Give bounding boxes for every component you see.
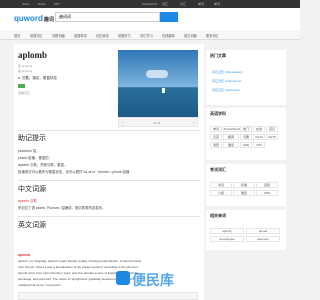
watermark-logo-icon <box>116 271 130 285</box>
cn-etymology-word: aplomb 沉着 <box>18 199 37 203</box>
related-word[interactable]: apocalypse <box>210 236 244 242</box>
dictionary-box <box>18 292 198 300</box>
next-arrow-icon[interactable]: › <box>193 120 194 125</box>
top-nav-item[interactable]: 词汇 <box>180 2 186 6</box>
grid-item[interactable]: PowerWord <box>223 126 240 132</box>
exam-item[interactable]: 六级 <box>210 190 232 196</box>
sidebar-title: 热门文章 <box>210 53 226 58</box>
top-nav-item[interactable]: 单词 <box>214 2 220 6</box>
word-definition: n. 沉着，镇定，垂直状态 <box>18 76 57 80</box>
main-content: aplomb 英 [ə'plɒm] 美 [ə'plɑm] n. 沉着，镇定，垂直… <box>14 44 204 300</box>
divider <box>18 180 200 181</box>
grid-item[interactable]: GRE <box>240 142 252 148</box>
exam-item[interactable]: 四级 <box>256 182 278 188</box>
pronunciation-uk[interactable]: 英 [ə'plɒm] <box>18 64 32 68</box>
mnemonic-line: plumbum 铅， <box>18 149 40 153</box>
logo-cn-text: 趣词 <box>43 17 54 23</box>
exam-item[interactable]: 雅思 <box>233 190 255 196</box>
search-button[interactable] <box>160 12 178 22</box>
menu-item[interactable]: 英汉词典 <box>184 33 197 38</box>
search-input[interactable] <box>56 13 159 21</box>
boat-shape <box>162 88 165 93</box>
main-menu: 首页 英语词汇 词根词缀 英语单词 记忆单词 英语听力 词汇学习 在线翻译 英汉… <box>0 30 300 40</box>
cloud-shape <box>146 70 168 78</box>
en-etymology-word: aplomb <box>18 253 31 257</box>
related-word[interactable]: aplenty <box>210 228 244 234</box>
top-nav-bar: Word Excel PPT PowerPoint 词汇 词汇 单词 单词 <box>0 0 300 8</box>
menu-item[interactable]: 在线翻译 <box>162 33 175 38</box>
grid-item[interactable]: 在线 <box>253 126 265 132</box>
exam-item[interactable]: GRE <box>256 190 278 196</box>
sidebar-link[interactable]: 词汇记忆 | commence <box>212 79 241 83</box>
sidebar-hot-articles: 热门文章 词汇记忆 | discrepancy 词汇记忆 | commence … <box>206 50 286 105</box>
grid-item[interactable]: 英汉 <box>266 126 278 132</box>
grid-item[interactable]: 雅思 <box>223 142 239 148</box>
mnemonic-title: 助记提示 <box>18 134 46 142</box>
cn-etymology-line: 来自拉丁语 plumb, Plumum, 铅锤线，指沉着泰然自若状。 <box>18 206 106 210</box>
sidebar-title: 相关单词 <box>210 213 226 218</box>
mnemonic-line: aplomb 沉着，然而沉着，垂直， <box>18 163 68 167</box>
menu-item[interactable]: 英语单词 <box>74 33 87 38</box>
sidebar-link[interactable]: 词汇记忆 | discrepancy <box>212 70 242 74</box>
grid-item[interactable]: CET4 <box>253 134 265 140</box>
sidebar-title: 英语学科 <box>210 111 226 116</box>
menu-item[interactable]: 首页 <box>14 33 20 38</box>
grid-item[interactable]: 热门 <box>240 126 252 132</box>
en-etymology-line: metaphorical sense 'composure'. <box>18 283 62 287</box>
grid-item[interactable]: 汉英 <box>210 134 222 140</box>
divider <box>18 130 200 131</box>
sidebar-exam: 考试词汇 考试 托福 四级 六级 雅思 GRE <box>206 164 286 206</box>
exam-item[interactable]: 考试 <box>210 182 232 188</box>
top-nav-item[interactable]: 单词 <box>198 2 204 6</box>
related-word[interactable]: apocope <box>246 236 280 242</box>
cn-etymology-title: 中文词源 <box>18 185 46 193</box>
grid-item[interactable]: SAT <box>253 142 265 148</box>
view-stats[interactable]: 查看词汇 <box>18 91 30 95</box>
menu-item[interactable]: 更多词汇 <box>206 33 219 38</box>
site-logo[interactable]: quword趣词 <box>14 14 54 23</box>
menu-item[interactable]: 英语听力 <box>118 33 131 38</box>
word-title: aplomb <box>18 50 48 60</box>
menu-item[interactable]: 英语词汇 <box>30 33 43 38</box>
watermark: 便民库 <box>132 272 174 288</box>
top-nav-item[interactable]: Excel <box>38 2 45 6</box>
top-nav-item[interactable]: Word <box>22 2 29 6</box>
search-box <box>55 12 160 22</box>
grid-item[interactable]: 翻译 <box>223 134 239 140</box>
related-word[interactable]: apnea <box>246 228 280 234</box>
mnemonic-line: plumb 铅锤，垂直的， <box>18 156 52 160</box>
en-etymology-line: from French, where it was a lexicalizati… <box>18 265 139 269</box>
grid-item[interactable]: 考研 <box>210 142 222 148</box>
divider <box>18 216 200 217</box>
sidebar-title: 考试词汇 <box>210 167 226 172</box>
menu-item[interactable]: 记忆单词 <box>96 33 109 38</box>
grid-item[interactable]: 单词 <box>210 126 222 132</box>
grid-item[interactable]: CET6 <box>266 134 278 140</box>
pronunciation-us[interactable]: 美 [ə'plɑm] <box>18 69 32 73</box>
grid-item[interactable]: 词典 <box>240 134 252 140</box>
top-nav-item[interactable]: PowerPoint <box>142 2 157 6</box>
sidebar-link[interactable]: 词汇记忆 | document <box>212 88 240 92</box>
level-tag <box>18 84 25 88</box>
image-counter: 1 / 3 <box>154 121 160 125</box>
en-etymology-title: 英文词源 <box>18 221 46 229</box>
image-pager: ‹ 1 / 3 › <box>118 117 198 127</box>
top-nav-item[interactable]: 词汇 <box>162 2 168 6</box>
menu-item[interactable]: 词汇学习 <box>140 33 153 38</box>
top-nav-item[interactable]: PPT <box>54 2 60 6</box>
mnemonic-line: 铅锤测试可以看作为垂直状态，也可以看作"a1-at.to" +plumb = p… <box>18 170 130 174</box>
prev-arrow-icon[interactable]: ‹ <box>122 120 123 125</box>
en-etymology-line: aplomb: (n) Originally, aplomb meant lit… <box>18 259 142 263</box>
exam-item[interactable]: 托福 <box>233 182 255 188</box>
menu-item[interactable]: 词根词缀 <box>52 33 65 38</box>
logo-text: quword <box>14 14 43 23</box>
sidebar-related-words: 相关单词 aplenty apnea apocalypse apocope <box>206 210 286 250</box>
word-image <box>118 50 198 117</box>
sidebar-english: 英语学科 单词 PowerWord 热门 在线 英汉 汉英 翻译 词典 CET4… <box>206 108 286 160</box>
